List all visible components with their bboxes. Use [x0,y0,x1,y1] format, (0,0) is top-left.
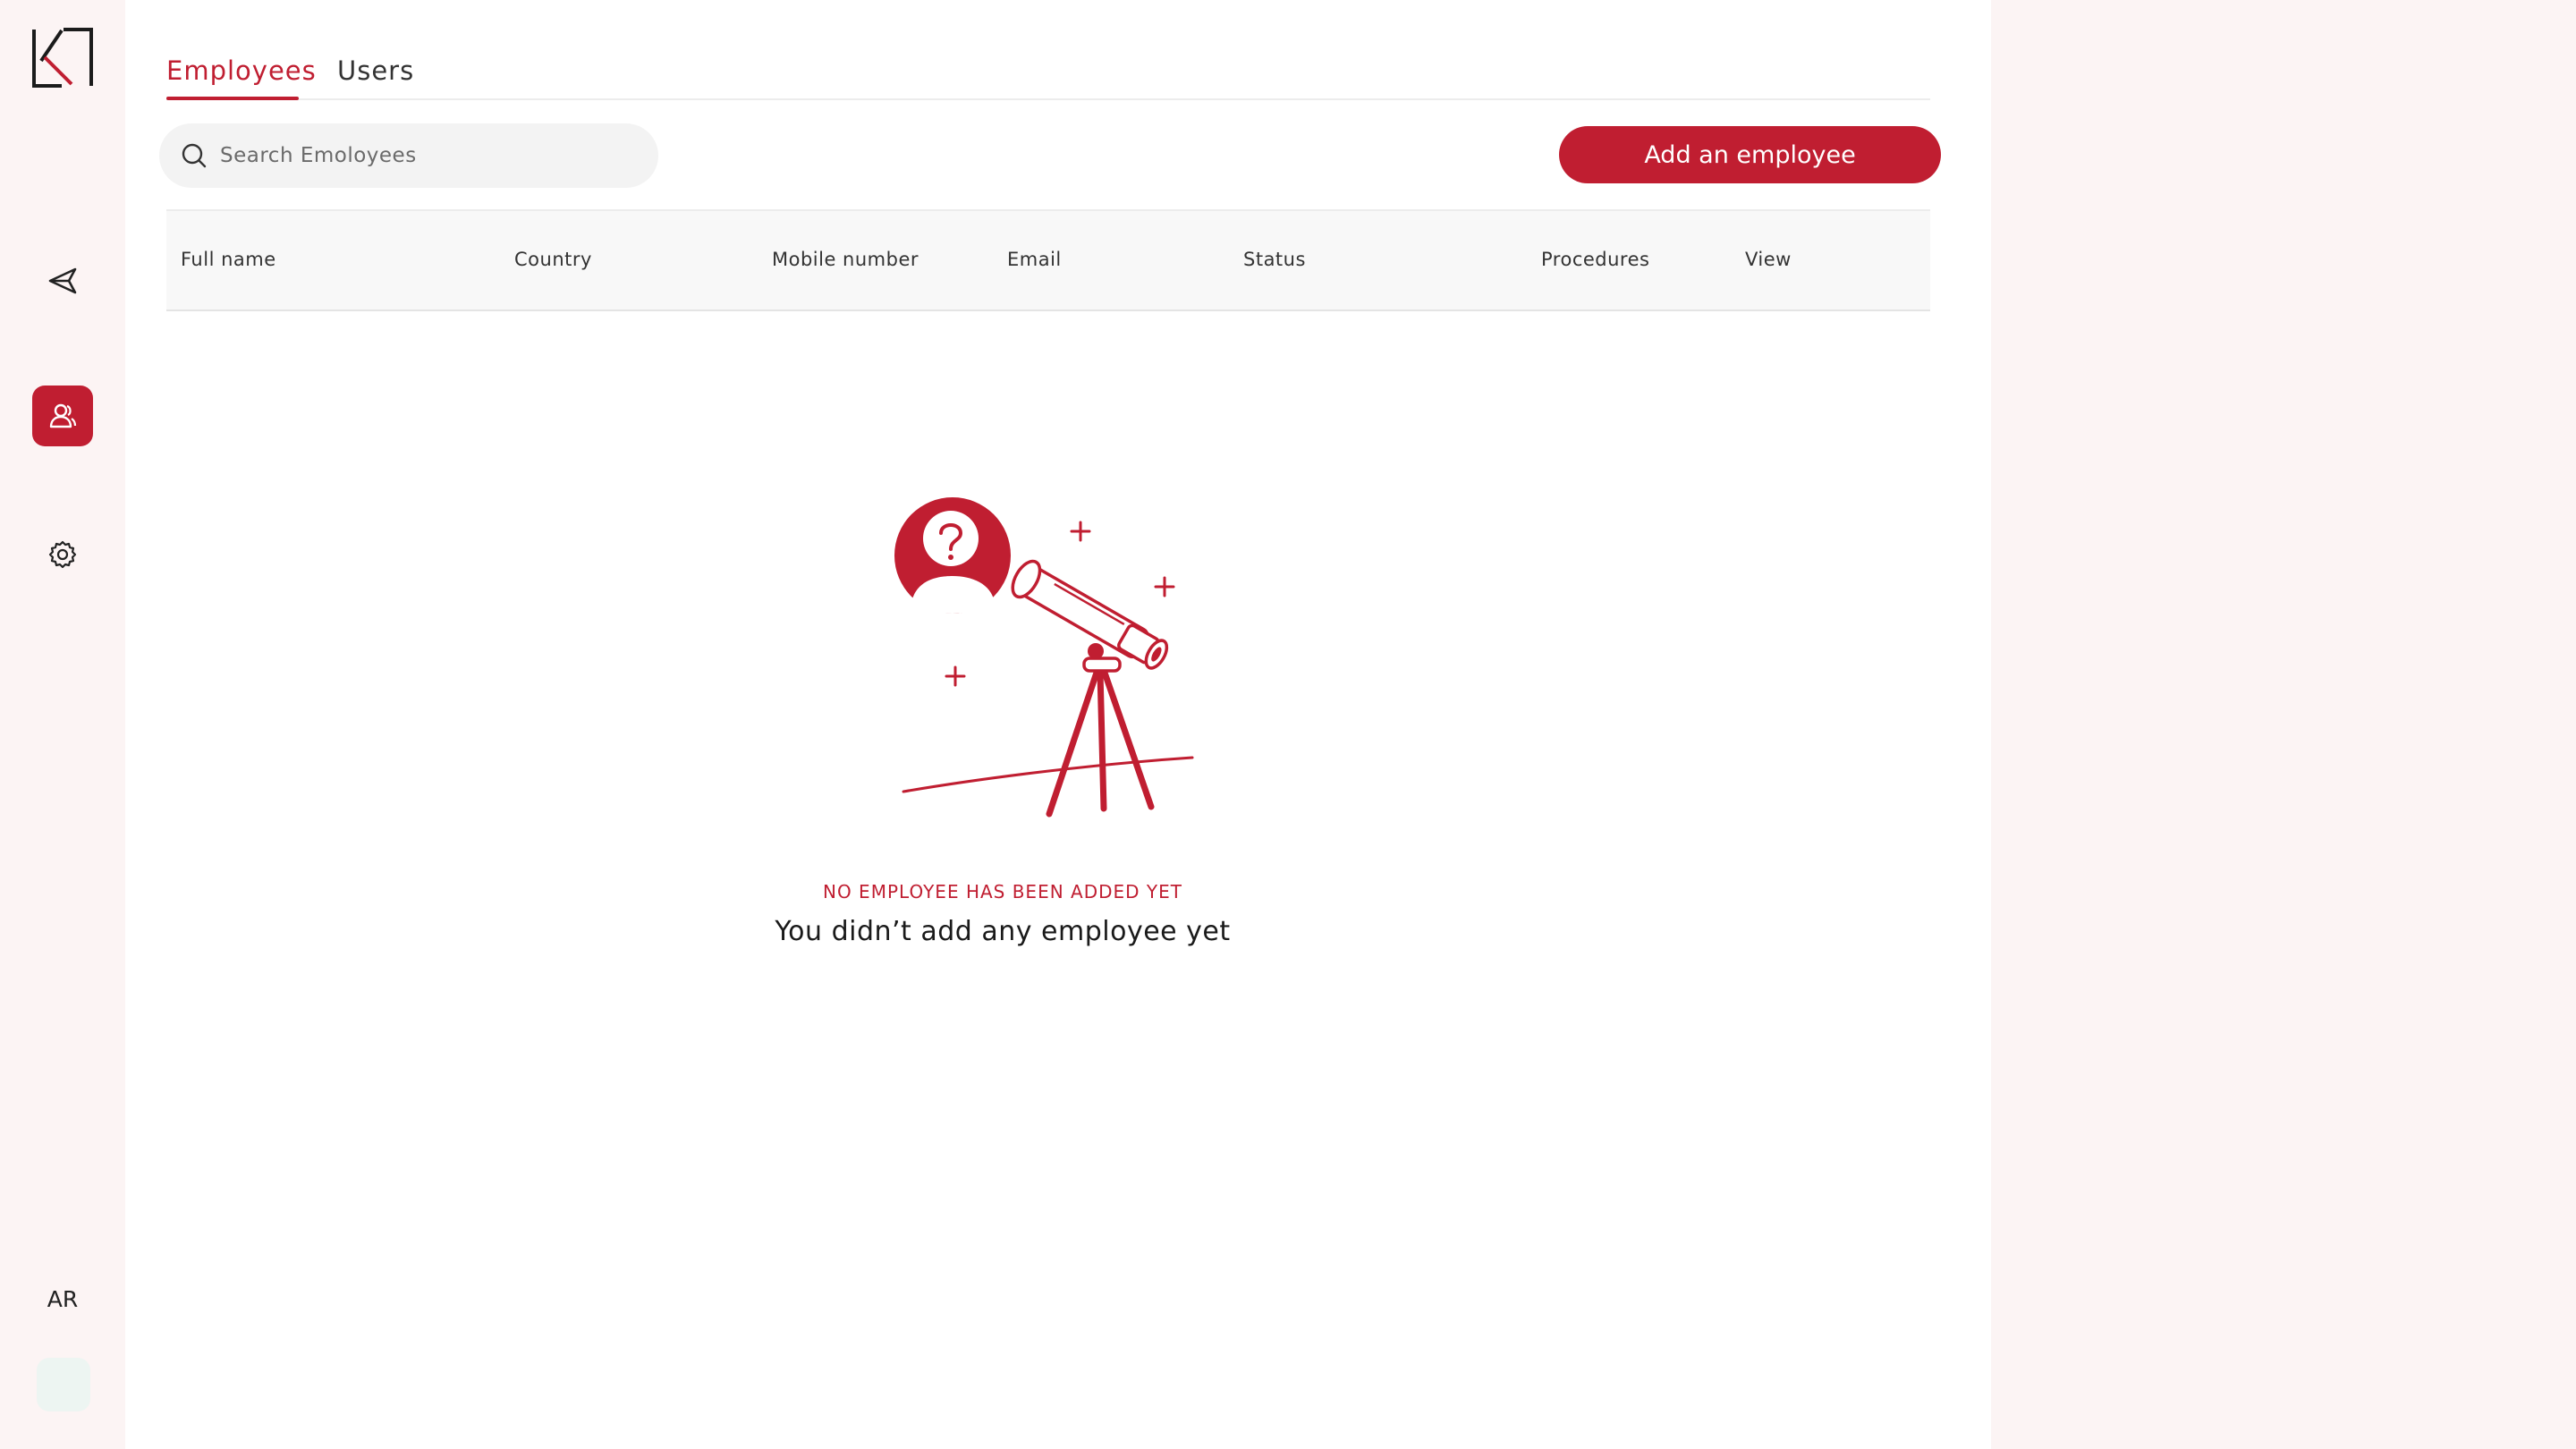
empty-state-caption: NO EMPLOYEE HAS BEEN ADDED YET [823,881,1182,902]
column-full-name[interactable]: Full name [181,249,276,270]
column-view[interactable]: View [1745,249,1792,270]
column-email[interactable]: Email [1007,249,1062,270]
search-input[interactable] [218,143,648,168]
table-header: Full name Country Mobile number Email St… [166,209,1930,311]
active-tab-indicator [166,97,299,100]
tab-employees[interactable]: Employees [166,55,317,86]
search-bar[interactable] [159,123,658,188]
send-icon [48,267,77,294]
add-employee-button[interactable]: Add an employee [1559,126,1941,183]
brand-logo-icon[interactable] [32,27,93,88]
users-icon [49,403,77,428]
telescope-illustration [894,497,1194,818]
nav-send[interactable] [32,250,93,311]
column-country[interactable]: Country [514,249,592,270]
search-icon [182,143,207,168]
gear-icon [48,540,77,569]
column-procedures[interactable]: Procedures [1541,249,1649,270]
main-content: Employees Users Add an employee Full nam… [125,0,1991,1449]
avatar[interactable] [37,1358,90,1411]
sidebar: AR [0,0,125,1449]
column-status[interactable]: Status [1243,249,1306,270]
column-mobile-number[interactable]: Mobile number [772,249,919,270]
nav-settings[interactable] [32,524,93,585]
nav-employees[interactable] [32,386,93,446]
empty-state-title: You didn’t add any employee yet [775,916,1231,947]
language-toggle[interactable]: AR [0,1286,125,1312]
tab-bar: Employees Users [166,0,1930,100]
tab-users[interactable]: Users [337,55,414,86]
right-panel [1991,0,2576,1449]
